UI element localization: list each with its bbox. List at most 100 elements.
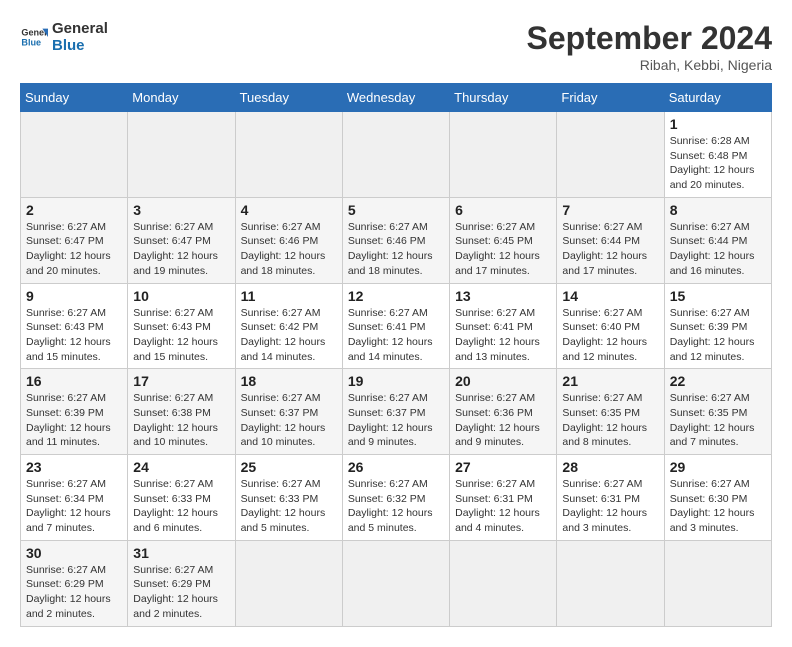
day-number: 31: [133, 545, 229, 561]
day-cell: 31Sunrise: 6:27 AMSunset: 6:29 PMDayligh…: [128, 540, 235, 626]
svg-text:Blue: Blue: [21, 37, 41, 47]
day-cell: [557, 112, 664, 198]
logo-line2: Blue: [52, 37, 108, 54]
day-number: 14: [562, 288, 658, 304]
day-number: 9: [26, 288, 122, 304]
day-info: Sunrise: 6:27 AMSunset: 6:33 PMDaylight:…: [241, 477, 337, 536]
day-cell: 2Sunrise: 6:27 AMSunset: 6:47 PMDaylight…: [21, 197, 128, 283]
day-info: Sunrise: 6:27 AMSunset: 6:35 PMDaylight:…: [562, 391, 658, 450]
day-info: Sunrise: 6:27 AMSunset: 6:29 PMDaylight:…: [26, 563, 122, 622]
title-area: September 2024 Ribah, Kebbi, Nigeria: [527, 20, 772, 73]
day-info: Sunrise: 6:28 AMSunset: 6:48 PMDaylight:…: [670, 134, 766, 193]
day-info: Sunrise: 6:27 AMSunset: 6:30 PMDaylight:…: [670, 477, 766, 536]
day-number: 21: [562, 373, 658, 389]
month-title: September 2024: [527, 20, 772, 57]
day-cell: 13 Sunrise: 6:27 AMSunset: 6:41 PMDayligh…: [450, 283, 557, 369]
day-cell: [450, 540, 557, 626]
col-header-sunday: Sunday: [21, 84, 128, 112]
day-cell: 28 Sunrise: 6:27 AMSunset: 6:31 PMDayligh…: [557, 455, 664, 541]
day-number: 29: [670, 459, 766, 475]
day-info: Sunrise: 6:27 AMSunset: 6:33 PMDaylight:…: [133, 477, 229, 536]
day-cell: 19 Sunrise: 6:27 AMSunset: 6:37 PMDayligh…: [342, 369, 449, 455]
day-cell: 20Sunrise: 6:27 AMSunset: 6:36 PMDayligh…: [450, 369, 557, 455]
col-header-friday: Friday: [557, 84, 664, 112]
col-header-tuesday: Tuesday: [235, 84, 342, 112]
day-cell: 26Sunrise: 6:27 AMSunset: 6:32 PMDayligh…: [342, 455, 449, 541]
header: General Blue General Blue September 2024…: [20, 20, 772, 73]
logo: General Blue General Blue: [20, 20, 108, 54]
week-row-1: 1 Sunrise: 6:28 AMSunset: 6:48 PMDaylight…: [21, 112, 772, 198]
day-number: 28: [562, 459, 658, 475]
day-number: 3: [133, 202, 229, 218]
day-number: 23: [26, 459, 122, 475]
day-number: 4: [241, 202, 337, 218]
day-cell: 6Sunrise: 6:27 AMSunset: 6:45 PMDaylight…: [450, 197, 557, 283]
week-row-4: 16 Sunrise: 6:27 AMSunset: 6:39 PMDayligh…: [21, 369, 772, 455]
logo-icon: General Blue: [20, 23, 48, 51]
day-number: 30: [26, 545, 122, 561]
day-info: Sunrise: 6:27 AMSunset: 6:45 PMDaylight:…: [455, 220, 551, 279]
day-cell: [342, 540, 449, 626]
day-info: Sunrise: 6:27 AMSunset: 6:43 PMDaylight:…: [26, 306, 122, 365]
day-info: Sunrise: 6:27 AMSunset: 6:31 PMDaylight:…: [562, 477, 658, 536]
day-number: 16: [26, 373, 122, 389]
day-info: Sunrise: 6:27 AMSunset: 6:44 PMDaylight:…: [562, 220, 658, 279]
day-number: 12: [348, 288, 444, 304]
day-number: 13: [455, 288, 551, 304]
day-info: Sunrise: 6:27 AMSunset: 6:47 PMDaylight:…: [133, 220, 229, 279]
day-info: Sunrise: 6:27 AMSunset: 6:34 PMDaylight:…: [26, 477, 122, 536]
calendar-table: SundayMondayTuesdayWednesdayThursdayFrid…: [20, 83, 772, 627]
day-info: Sunrise: 6:27 AMSunset: 6:35 PMDaylight:…: [670, 391, 766, 450]
day-number: 2: [26, 202, 122, 218]
day-cell: 7Sunrise: 6:27 AMSunset: 6:44 PMDaylight…: [557, 197, 664, 283]
day-info: Sunrise: 6:27 AMSunset: 6:41 PMDaylight:…: [455, 306, 551, 365]
day-info: Sunrise: 6:27 AMSunset: 6:36 PMDaylight:…: [455, 391, 551, 450]
day-number: 26: [348, 459, 444, 475]
day-info: Sunrise: 6:27 AMSunset: 6:37 PMDaylight:…: [348, 391, 444, 450]
day-number: 19: [348, 373, 444, 389]
day-cell: 24 Sunrise: 6:27 AMSunset: 6:33 PMDayligh…: [128, 455, 235, 541]
day-number: 1: [670, 116, 766, 132]
day-cell: [21, 112, 128, 198]
col-header-thursday: Thursday: [450, 84, 557, 112]
day-number: 8: [670, 202, 766, 218]
day-info: Sunrise: 6:27 AMSunset: 6:31 PMDaylight:…: [455, 477, 551, 536]
day-number: 17: [133, 373, 229, 389]
day-info: Sunrise: 6:27 AMSunset: 6:38 PMDaylight:…: [133, 391, 229, 450]
col-header-saturday: Saturday: [664, 84, 771, 112]
day-cell: [342, 112, 449, 198]
day-info: Sunrise: 6:27 AMSunset: 6:44 PMDaylight:…: [670, 220, 766, 279]
day-number: 25: [241, 459, 337, 475]
day-info: Sunrise: 6:27 AMSunset: 6:41 PMDaylight:…: [348, 306, 444, 365]
logo-line1: General: [52, 20, 108, 37]
day-number: 24: [133, 459, 229, 475]
day-cell: 17 Sunrise: 6:27 AMSunset: 6:38 PMDayligh…: [128, 369, 235, 455]
day-cell: 3 Sunrise: 6:27 AMSunset: 6:47 PMDaylight…: [128, 197, 235, 283]
day-cell: 16 Sunrise: 6:27 AMSunset: 6:39 PMDayligh…: [21, 369, 128, 455]
day-cell: [128, 112, 235, 198]
day-info: Sunrise: 6:27 AMSunset: 6:42 PMDaylight:…: [241, 306, 337, 365]
day-cell: 15 Sunrise: 6:27 AMSunset: 6:39 PMDayligh…: [664, 283, 771, 369]
day-cell: 10Sunrise: 6:27 AMSunset: 6:43 PMDayligh…: [128, 283, 235, 369]
day-number: 27: [455, 459, 551, 475]
day-number: 18: [241, 373, 337, 389]
day-cell: [450, 112, 557, 198]
day-cell: 8 Sunrise: 6:27 AMSunset: 6:44 PMDaylight…: [664, 197, 771, 283]
day-info: Sunrise: 6:27 AMSunset: 6:39 PMDaylight:…: [670, 306, 766, 365]
day-cell: 11Sunrise: 6:27 AMSunset: 6:42 PMDayligh…: [235, 283, 342, 369]
day-cell: 27 Sunrise: 6:27 AMSunset: 6:31 PMDayligh…: [450, 455, 557, 541]
day-number: 5: [348, 202, 444, 218]
day-info: Sunrise: 6:27 AMSunset: 6:37 PMDaylight:…: [241, 391, 337, 450]
day-info: Sunrise: 6:27 AMSunset: 6:40 PMDaylight:…: [562, 306, 658, 365]
week-row-6: 30 Sunrise: 6:27 AMSunset: 6:29 PMDayligh…: [21, 540, 772, 626]
day-cell: [235, 540, 342, 626]
col-header-wednesday: Wednesday: [342, 84, 449, 112]
day-cell: 4Sunrise: 6:27 AMSunset: 6:46 PMDaylight…: [235, 197, 342, 283]
day-cell: 29 Sunrise: 6:27 AMSunset: 6:30 PMDayligh…: [664, 455, 771, 541]
day-number: 15: [670, 288, 766, 304]
day-cell: 18 Sunrise: 6:27 AMSunset: 6:37 PMDayligh…: [235, 369, 342, 455]
day-info: Sunrise: 6:27 AMSunset: 6:39 PMDaylight:…: [26, 391, 122, 450]
day-cell: 25 Sunrise: 6:27 AMSunset: 6:33 PMDayligh…: [235, 455, 342, 541]
day-info: Sunrise: 6:27 AMSunset: 6:43 PMDaylight:…: [133, 306, 229, 365]
day-cell: 1 Sunrise: 6:28 AMSunset: 6:48 PMDaylight…: [664, 112, 771, 198]
